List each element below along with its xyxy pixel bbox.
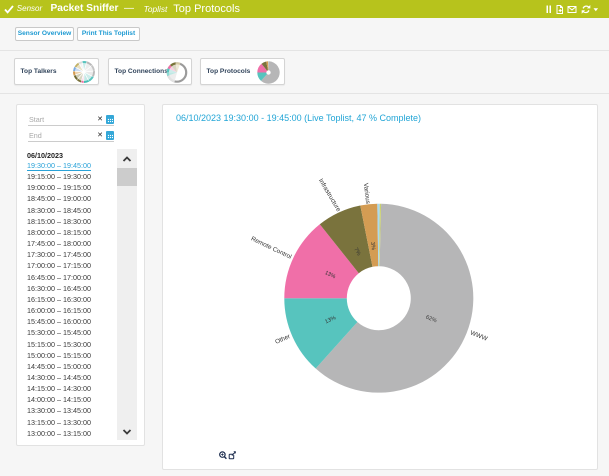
svg-text:WWW: WWW (469, 330, 488, 343)
svg-text:Other: Other (274, 333, 291, 346)
svg-text:3%: 3% (369, 242, 376, 251)
svg-text:Infrastructure: Infrastructure (317, 178, 342, 214)
svg-text:Various: Various (362, 183, 371, 205)
svg-text:Remote Control: Remote Control (250, 235, 293, 260)
